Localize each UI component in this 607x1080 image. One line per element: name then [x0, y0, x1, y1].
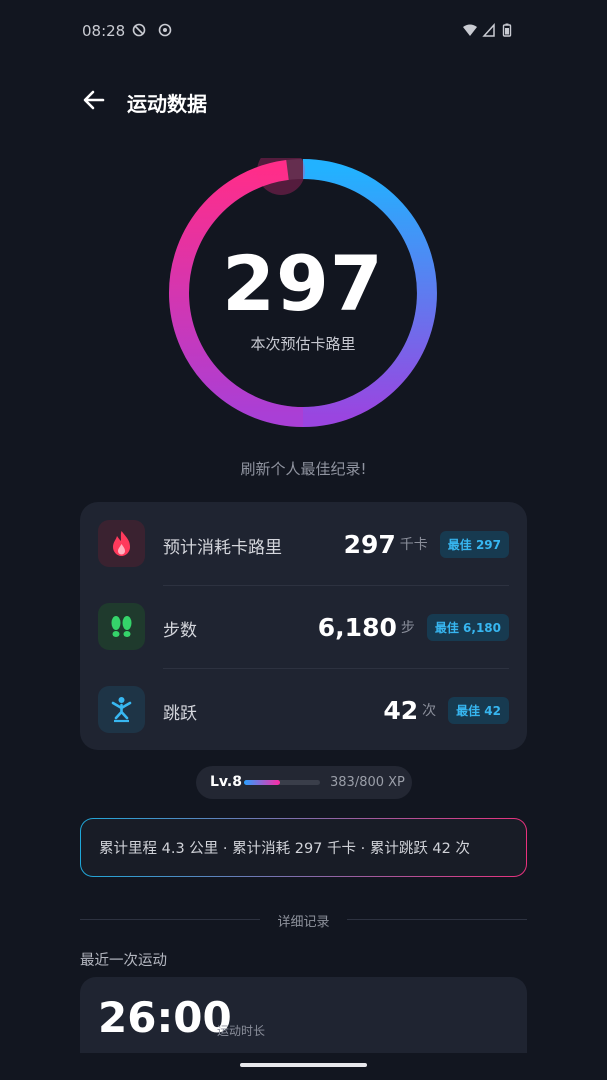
do-not-disturb-icon: [132, 23, 146, 37]
wifi-icon: [463, 24, 477, 36]
level-label: Lv.8: [210, 774, 242, 790]
page-title: 运动数据: [127, 92, 207, 116]
summary-text: 累计里程 4.3 公里 · 累计消耗 297 千卡 · 累计跳跃 42 次: [81, 819, 526, 876]
recent-workout-card[interactable]: 26:00 运动时长: [80, 977, 527, 1053]
best-badge: 最佳 297: [439, 530, 509, 558]
stat-row-steps: 步数 6,180 步 最佳 6,180: [80, 585, 527, 668]
workout-duration: 26:00: [98, 993, 232, 1042]
record-message: 刷新个人最佳纪录!: [240, 460, 367, 478]
stat-unit: 千卡: [399, 537, 428, 553]
recent-workout-title: 最近一次运动: [80, 953, 167, 969]
ring-end-knob: [257, 158, 306, 195]
stat-value: 297: [343, 529, 396, 559]
summary-banner: 累计里程 4.3 公里 · 累计消耗 297 千卡 · 累计跳跃 42 次: [80, 818, 527, 877]
xp-progress-bar: [244, 780, 320, 785]
back-arrow-icon[interactable]: [80, 86, 108, 114]
stat-label: 预计消耗卡路里: [163, 538, 282, 558]
calorie-value: 297: [222, 239, 384, 328]
best-badge: 最佳 42: [448, 696, 509, 724]
stat-row-jumps: 跳跃 42 次 最佳 42: [80, 668, 527, 751]
stats-card: 预计消耗卡路里 297 千卡 最佳 297 步数 6,180 步 最佳 6,18…: [80, 502, 527, 750]
calorie-label: 本次预估卡路里: [250, 335, 356, 353]
stat-unit: 步: [400, 620, 415, 636]
xp-text: 383/800 XP: [330, 775, 405, 790]
stat-value-group: 297 千卡 最佳 297: [344, 526, 509, 562]
footsteps-icon: [98, 603, 145, 650]
flame-icon: [98, 520, 145, 567]
calorie-ring: 297 本次预估卡路里: [168, 158, 438, 428]
home-indicator[interactable]: [240, 1063, 367, 1067]
notification-icon: [158, 23, 172, 37]
top-bar: 运动数据: [0, 80, 607, 120]
section-divider: 详细记录: [80, 910, 527, 930]
stat-label: 跳跃: [163, 704, 197, 724]
xp-progress-fill: [244, 780, 281, 785]
status-bar: 08:28: [0, 0, 607, 60]
stat-label: 步数: [163, 621, 197, 641]
jump-icon: [98, 686, 145, 733]
signal-icon: [482, 23, 495, 37]
duration-label: 运动时长: [217, 1024, 266, 1038]
stat-unit: 次: [422, 703, 437, 719]
stat-value: 42: [383, 695, 419, 725]
status-time: 08:28: [82, 22, 126, 40]
best-badge: 最佳 6,180: [426, 613, 509, 641]
stat-value-group: 42 次 最佳 42: [383, 692, 509, 728]
battery-icon: [502, 23, 512, 37]
section-title: 详细记录: [277, 915, 330, 930]
level-pill: Lv.8 383/800 XP: [196, 766, 412, 799]
stat-value-group: 6,180 步 最佳 6,180: [318, 609, 509, 645]
stat-row-calories: 预计消耗卡路里 297 千卡 最佳 297: [80, 502, 527, 585]
stat-value: 6,180: [317, 612, 397, 642]
